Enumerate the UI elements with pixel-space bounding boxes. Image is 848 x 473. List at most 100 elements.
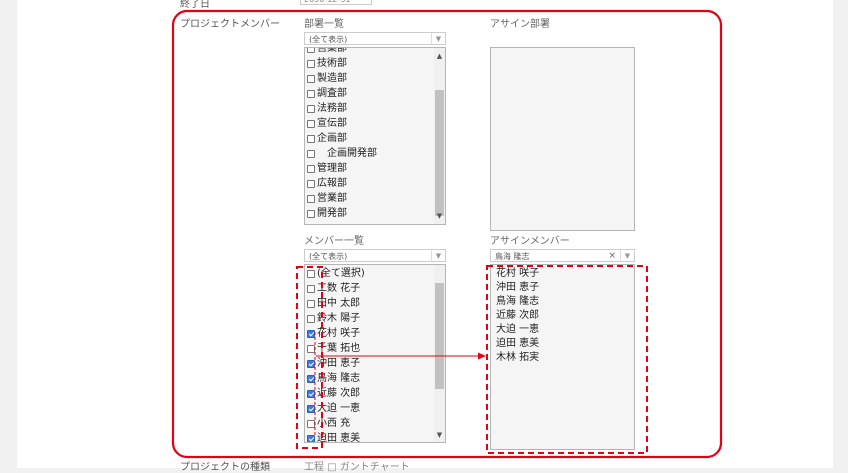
dept-list-item-label: 調査部	[317, 88, 347, 99]
scroll-down-icon[interactable]: ▼	[434, 431, 445, 439]
dept-list-item[interactable]: 宣伝部	[307, 116, 377, 131]
dept-scrollbar[interactable]: ▲ ▼	[434, 48, 445, 224]
checkbox[interactable]	[307, 48, 315, 53]
dept-filter-value: (全て表示)	[309, 35, 348, 44]
scroll-up-icon[interactable]: ▲	[434, 52, 445, 60]
checkbox[interactable]	[307, 209, 315, 218]
checkbox[interactable]	[307, 314, 315, 323]
assign-dept-header: アサイン部署	[490, 19, 550, 30]
dept-scroll-thumb[interactable]	[435, 90, 444, 216]
checkbox-checked[interactable]	[307, 374, 315, 383]
dept-list-item-label: 営業部	[317, 193, 347, 204]
member-list-item-label: 花村 咲子	[317, 328, 361, 339]
checkbox[interactable]	[307, 419, 315, 428]
checkbox[interactable]	[307, 104, 315, 113]
member-list-item[interactable]: 鳥海 隆志	[307, 371, 365, 386]
chevron-down-icon: ▼	[620, 250, 634, 262]
checkbox[interactable]	[307, 284, 315, 293]
checkbox-checked[interactable]	[307, 329, 315, 338]
checkbox[interactable]	[307, 59, 315, 68]
close-icon[interactable]: ×	[608, 250, 616, 263]
assign-member-header: アサインメンバー	[490, 236, 570, 247]
checkbox[interactable]	[307, 149, 315, 158]
assign-member-filter-value: 鳥海 隆志	[495, 252, 530, 261]
checkbox[interactable]	[307, 299, 315, 308]
dept-list-item[interactable]: 企画開発部	[307, 146, 377, 161]
assigned-member-item[interactable]: 鳥海 隆志	[496, 295, 539, 309]
assigned-member-item[interactable]: 迫田 恵美	[496, 337, 539, 351]
checkbox[interactable]	[307, 74, 315, 83]
checkbox-checked[interactable]	[307, 389, 315, 398]
dept-list[interactable]: 営業部 技術部 製造部 調査部 法務部 宣伝部 企画部 企画開発部 管理部 広報部 営業部 開発部 …	[304, 47, 446, 225]
dept-list-item[interactable]: 営業部	[307, 191, 377, 206]
scroll-down-icon[interactable]: ▼	[434, 212, 445, 220]
dept-list-item[interactable]: 技術部	[307, 56, 377, 71]
end-date-input[interactable]: 2030-12-31	[300, 0, 372, 5]
checkbox-checked[interactable]	[307, 359, 315, 368]
member-list-item-label: 迫田 恵美	[317, 433, 361, 443]
member-list-item-label: 鳥海 隆志	[317, 373, 361, 384]
checkbox[interactable]	[307, 134, 315, 143]
dept-filter-select[interactable]: (全て表示) ▼	[304, 32, 446, 45]
checkbox[interactable]	[307, 179, 315, 188]
dept-list-item[interactable]: 営業部	[307, 47, 377, 56]
dept-list-item[interactable]: 開発部	[307, 206, 377, 221]
member-scrollbar[interactable]: ▼	[434, 265, 445, 442]
dept-list-item[interactable]: 調査部	[307, 86, 377, 101]
member-list-item-label: 大迫 一恵	[317, 403, 361, 414]
assigned-member-item[interactable]: 近藤 次郎	[496, 309, 539, 323]
checkbox-checked[interactable]	[307, 404, 315, 413]
chevron-down-icon: ▼	[431, 33, 445, 45]
member-list-item[interactable]: 千葉 拓也	[307, 341, 365, 356]
dept-list-item-label: 営業部	[317, 47, 347, 54]
member-list-item-label: (全て選択)	[317, 268, 365, 279]
member-list-item-label: 近藤 次郎	[317, 388, 361, 399]
assigned-member-item[interactable]: 花村 咲子	[496, 267, 539, 281]
dept-list-item-label: 企画開発部	[317, 148, 377, 159]
member-list-item[interactable]: 沖田 恵子	[307, 356, 365, 371]
project-type-options[interactable]: 工程 □ ガントチャート	[304, 458, 410, 473]
checkbox[interactable]	[307, 344, 315, 353]
member-filter-select[interactable]: (全て表示) ▼	[304, 249, 446, 262]
member-list-item[interactable]: 近藤 次郎	[307, 386, 365, 401]
member-list-item[interactable]: 田中 太郎	[307, 296, 365, 311]
dept-list-item[interactable]: 法務部	[307, 101, 377, 116]
member-list-item[interactable]: 小西 充	[307, 416, 365, 431]
member-list-item[interactable]: (全て選択)	[307, 266, 365, 281]
dept-list-item[interactable]: 管理部	[307, 161, 377, 176]
dept-list-item[interactable]: 企画部	[307, 131, 377, 146]
member-scroll-thumb[interactable]	[435, 283, 444, 389]
member-list-item[interactable]: 大迫 一恵	[307, 401, 365, 416]
member-list-item-label: 千葉 拓也	[317, 343, 361, 354]
checkbox[interactable]	[307, 164, 315, 173]
dept-list-item-label: 企画部	[317, 133, 347, 144]
end-date-value: 2030-12-31	[304, 0, 351, 4]
member-filter-value: (全て表示)	[309, 252, 348, 261]
member-list-header: メンバー一覧	[304, 236, 364, 247]
section-label: プロジェクトメンバー	[180, 19, 280, 30]
assigned-member-item[interactable]: 沖田 恵子	[496, 281, 539, 295]
chevron-down-icon: ▼	[431, 250, 445, 262]
dept-list-item-label: 管理部	[317, 163, 347, 174]
dept-list-item[interactable]: 製造部	[307, 71, 377, 86]
member-list-item[interactable]: 迫田 恵美	[307, 431, 365, 443]
member-list-item[interactable]: 工数 花子	[307, 281, 365, 296]
dept-list-item[interactable]: 広報部	[307, 176, 377, 191]
end-date-label: 終了日	[180, 0, 210, 10]
assigned-member-item[interactable]: 大迫 一恵	[496, 323, 539, 337]
checkbox[interactable]	[307, 119, 315, 128]
checkbox-checked[interactable]	[307, 434, 315, 442]
member-list-item[interactable]: 花村 咲子	[307, 326, 365, 341]
assign-member-filter[interactable]: 鳥海 隆志 × ▼	[490, 249, 635, 262]
member-list-item[interactable]: 鈴木 陽子	[307, 311, 365, 326]
dept-list-item-label: 製造部	[317, 73, 347, 84]
member-list-item-label: 田中 太郎	[317, 298, 361, 309]
checkbox[interactable]	[307, 194, 315, 203]
assign-dept-list[interactable]	[490, 47, 635, 231]
dept-list-item-label: 開発部	[317, 208, 347, 219]
checkbox[interactable]	[307, 89, 315, 98]
checkbox[interactable]	[307, 269, 315, 278]
member-list[interactable]: (全て選択) 工数 花子田中 太郎鈴木 陽子花村 咲子千葉 拓也沖田 恵子鳥海 隆…	[304, 264, 446, 443]
assigned-member-item[interactable]: 木林 拓実	[496, 351, 539, 365]
assign-member-list[interactable]: 花村 咲子 沖田 恵子 鳥海 隆志 近藤 次郎 大迫 一恵 迫田 恵美 木林 拓実	[490, 264, 635, 450]
